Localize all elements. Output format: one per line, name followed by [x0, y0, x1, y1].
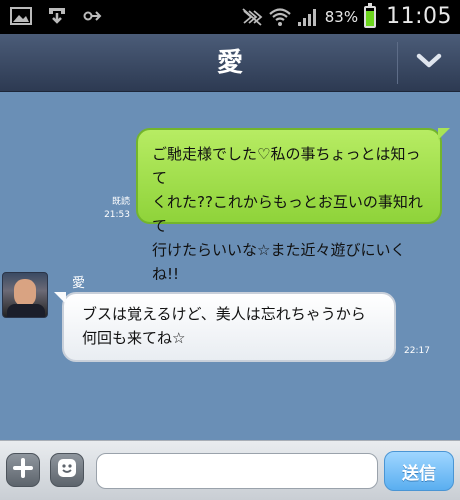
- status-clock: 11:05: [386, 4, 452, 29]
- chat-area[interactable]: 既読 21:53 ご馳走様でした♡私の事ちょっとは知って くれた??これからもっ…: [0, 92, 460, 440]
- send-button[interactable]: 送信: [384, 451, 454, 491]
- battery-fill: [366, 10, 375, 26]
- battery-icon: [364, 2, 377, 28]
- download-icon: [46, 6, 68, 26]
- signal-icon: [297, 7, 319, 27]
- gallery-icon: [10, 6, 32, 26]
- message-input[interactable]: [96, 453, 378, 489]
- message-line: 何回も来てね☆: [82, 329, 186, 347]
- mute-icon: [241, 7, 263, 27]
- notification-icons: [10, 6, 104, 26]
- read-receipt: 既読: [111, 197, 130, 207]
- chat-title: 愛: [216, 48, 243, 78]
- chevron-down-icon: [416, 52, 442, 74]
- attach-button[interactable]: [6, 453, 40, 487]
- system-icons: 83% 11:05: [241, 2, 452, 29]
- status-bar: 83% 11:05: [0, 0, 460, 34]
- wifi-icon: [269, 7, 291, 27]
- message-line: ブスは覚えるけど、美人は忘れちゃうから: [82, 305, 366, 323]
- emoji-icon: [56, 457, 78, 483]
- message-line: ご馳走様でした♡私の事ちょっとは知って: [152, 145, 421, 187]
- received-message-bubble[interactable]: ブスは覚えるけど、美人は忘れちゃうから 何回も来てね☆: [54, 292, 396, 362]
- chat-header: 愛: [0, 34, 460, 92]
- header-menu-button[interactable]: [398, 34, 460, 92]
- message-line: 行けたらいいな☆また近々遊びにいくね!!: [152, 241, 406, 283]
- link-icon: [82, 6, 104, 26]
- sender-name: 愛: [72, 276, 86, 291]
- battery-percent: 83%: [324, 7, 359, 26]
- input-bar: 送信: [0, 440, 460, 500]
- received-time: 22:17: [404, 346, 430, 356]
- sent-time: 21:53: [104, 210, 130, 220]
- emoji-button[interactable]: [50, 453, 84, 487]
- avatar[interactable]: [2, 272, 48, 318]
- sent-message-bubble[interactable]: ご馳走様でした♡私の事ちょっとは知って くれた??これからもっとお互いの事知れて…: [136, 128, 450, 283]
- plus-icon: [13, 458, 33, 482]
- message-line: くれた??これからもっとお互いの事知れて: [152, 193, 423, 235]
- sent-meta: 既読 21:53: [98, 196, 130, 222]
